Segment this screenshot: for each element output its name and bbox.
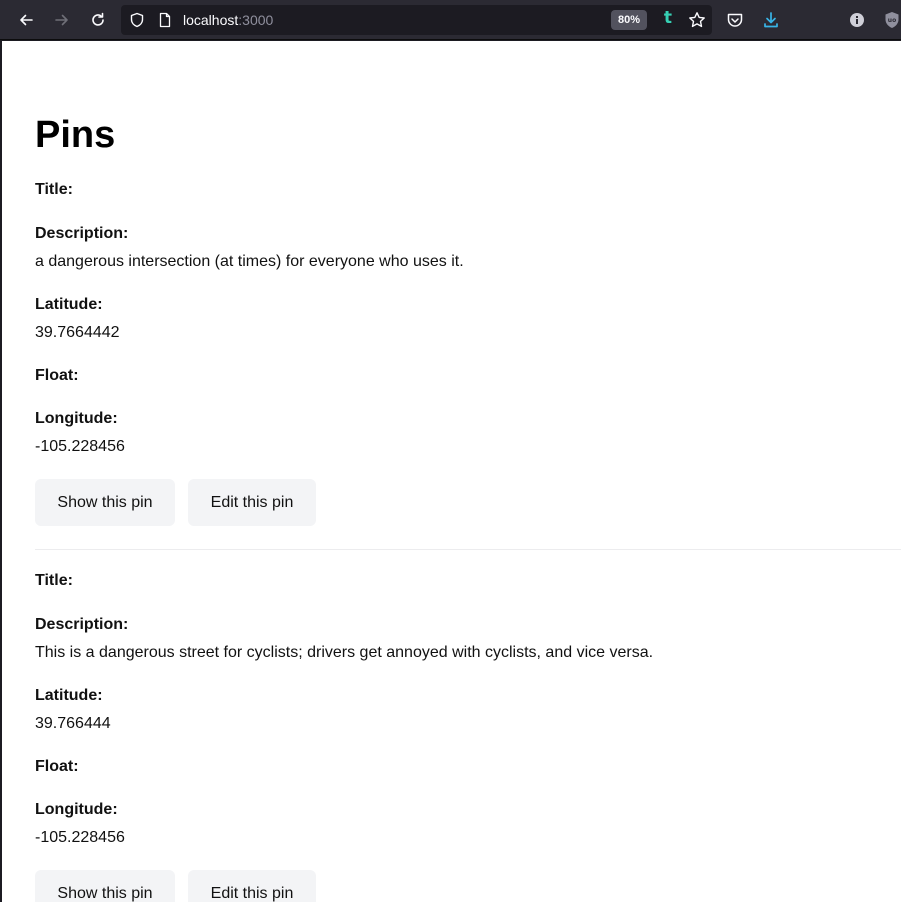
address-bar[interactable]: localhost:3000 80% t [121,5,712,35]
longitude-value: -105.228456 [35,829,125,846]
latitude-label: Latitude: [35,296,103,313]
title-label: Title: [35,181,73,198]
zoom-badge[interactable]: 80% [611,10,647,30]
pin-divider [35,549,901,550]
url-text[interactable]: localhost:3000 [183,12,273,28]
description-label: Description: [35,225,129,242]
edit-pin-button[interactable]: Edit this pin [188,870,316,902]
url-port: :3000 [238,12,274,28]
description-value: This is a dangerous street for cyclists;… [35,644,654,661]
latitude-value: 39.7664442 [35,324,120,341]
show-pin-button[interactable]: Show this pin [35,479,175,526]
forward-arrow-icon[interactable] [50,8,74,32]
page-title: Pins [35,114,116,156]
float-label: Float: [35,367,79,384]
edit-pin-button[interactable]: Edit this pin [188,479,316,526]
show-pin-button[interactable]: Show this pin [35,870,175,902]
downloads-icon[interactable] [759,8,783,32]
browser-toolbar: localhost:3000 80% t uo [0,0,901,40]
longitude-label: Longitude: [35,801,118,818]
svg-text:uo: uo [888,17,896,24]
page-viewport: Pins Title: Description: a dangerous int… [2,41,901,902]
url-host: localhost [183,12,239,28]
pocket-icon[interactable] [723,8,747,32]
description-value: a dangerous intersection (at times) for … [35,253,464,270]
back-arrow-icon[interactable] [14,8,38,32]
latitude-value: 39.766444 [35,715,111,732]
title-label: Title: [35,572,73,589]
ublock-shield-icon[interactable]: uo [880,8,901,32]
tumblr-icon[interactable]: t [658,8,678,30]
latitude-label: Latitude: [35,687,103,704]
extension-info-icon[interactable] [845,8,869,32]
float-label: Float: [35,758,79,775]
reload-icon[interactable] [86,8,110,32]
longitude-label: Longitude: [35,410,118,427]
description-label: Description: [35,616,129,633]
bookmark-star-icon[interactable] [685,8,709,32]
page-icon[interactable] [153,8,177,32]
longitude-value: -105.228456 [35,438,125,455]
shield-icon[interactable] [125,8,149,32]
